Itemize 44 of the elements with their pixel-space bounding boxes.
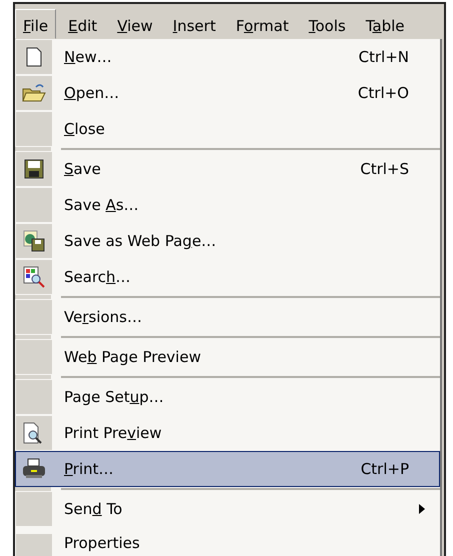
search-icon <box>23 266 45 288</box>
menu-item-label: Save as Web Page… <box>64 232 216 250</box>
document-icon <box>26 47 42 67</box>
menu-item-label: Versions… <box>64 308 142 326</box>
folder-icon <box>22 83 46 103</box>
printer-icon <box>22 458 46 480</box>
menu-item[interactable]: New… Ctrl+N <box>15 39 440 75</box>
menu-bar-item[interactable]: Tools <box>300 9 354 39</box>
shortcut-label: Ctrl+N <box>358 46 409 68</box>
menu-item[interactable]: Page Setup… <box>15 379 440 415</box>
menu-bar-item[interactable]: Format <box>228 9 297 39</box>
menu-item-label: Send To <box>64 500 122 518</box>
menu-bar-item[interactable]: Insert <box>164 9 224 39</box>
menu-item-label: Properties <box>64 534 140 552</box>
menu-item[interactable]: Search… <box>15 259 440 295</box>
menu-item-label: Print… <box>64 460 114 478</box>
menu-item-label: Close <box>64 120 105 138</box>
menu-item[interactable]: Save as Web Page… <box>15 223 440 259</box>
menu-item-label: Save <box>64 160 101 178</box>
menu-item-label: Page Setup… <box>64 388 164 406</box>
menu-item-label: Open… <box>64 84 120 102</box>
menu-bar-item[interactable]: View <box>109 9 161 39</box>
menu-item[interactable]: Send To <box>15 491 440 527</box>
shortcut-label: Ctrl+O <box>358 82 409 104</box>
menu-item-label: Search… <box>64 268 131 286</box>
menu-bar-item[interactable]: File <box>15 9 56 39</box>
menu-item[interactable]: Save As… <box>15 187 440 223</box>
menu-item[interactable]: Print… Ctrl+P <box>15 451 440 487</box>
menu-item-label: Print Preview <box>64 424 162 442</box>
menu-item-label: New… <box>64 48 112 66</box>
shortcut-label: Ctrl+P <box>360 458 409 480</box>
menu-item[interactable]: Close <box>15 111 440 147</box>
menu-item[interactable]: Save Ctrl+S <box>15 151 440 187</box>
menu-bar-item[interactable]: Edit <box>60 9 106 39</box>
globe-floppy-icon <box>23 230 45 252</box>
shortcut-label: Ctrl+S <box>360 158 409 180</box>
menu-item[interactable]: Properties <box>15 527 440 556</box>
menu-item[interactable]: Web Page Preview <box>15 339 440 375</box>
menu-item-label: Save As… <box>64 196 139 214</box>
menu-item-label: Web Page Preview <box>64 348 201 366</box>
menu-item[interactable]: Open… Ctrl+O <box>15 75 440 111</box>
menu-item[interactable]: Versions… <box>15 299 440 335</box>
menu-item[interactable]: Print Preview <box>15 415 440 451</box>
menu-bar-item[interactable]: Table <box>358 9 412 39</box>
